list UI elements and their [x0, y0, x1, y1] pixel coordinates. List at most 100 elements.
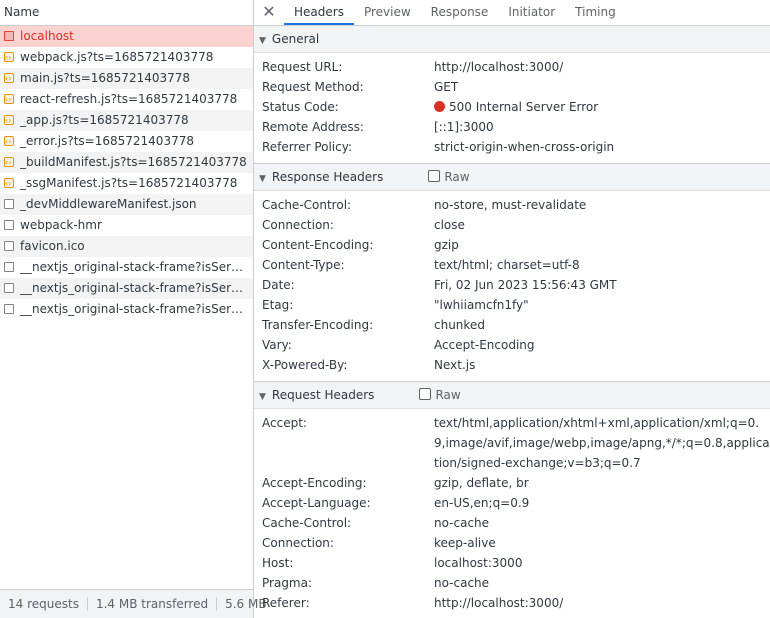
request-row[interactable]: __nextjs_original-stack-frame?isServer=.… [0, 299, 253, 320]
header-key: Remote Address: [262, 120, 364, 134]
header-value: close [434, 218, 465, 232]
header-key: Request Method: [262, 80, 364, 94]
transferred-size: 1.4 MB transferred [87, 597, 218, 611]
script-icon [4, 173, 14, 194]
header-row: Status Code: 500 Internal Server Error [254, 97, 770, 117]
header-value-cell: GET [434, 77, 770, 97]
raw-checkbox[interactable] [419, 388, 432, 400]
header-value: http://localhost:3000/ [434, 60, 564, 74]
general-section-title: General [271, 32, 320, 46]
header-key: Connection: [262, 536, 334, 550]
header-row: Vary: Accept-Encoding [254, 335, 770, 355]
document-icon [4, 220, 14, 230]
expand-triangle-icon: ▼ [259, 392, 266, 402]
request-row[interactable]: _buildManifest.js?ts=1685721403778 [0, 152, 253, 173]
header-row: Cache-Control: no-store, must-revalidate [254, 195, 770, 215]
header-value-cell: no-cache [434, 513, 770, 533]
request-name: _devMiddlewareManifest.json [20, 197, 197, 211]
tab-timing[interactable]: Timing [565, 0, 626, 25]
request-name: webpack-hmr [20, 218, 102, 232]
header-value-cell: no-store, must-revalidate [434, 195, 770, 215]
header-row: Accept-Encoding: gzip, deflate, br [254, 473, 770, 493]
expand-triangle-icon: ▼ [259, 36, 266, 46]
header-value: gzip, deflate, br [434, 476, 529, 490]
header-value: Fri, 02 Jun 2023 15:56:43 GMT [434, 278, 617, 292]
request-headers-section-header[interactable]: ▼ Request Headers Raw [254, 382, 770, 409]
header-row: Referrer Policy: strict-origin-when-cross… [254, 137, 770, 157]
general-rows: Request URL: http://localhost:3000/Reques… [254, 53, 770, 163]
request-name: __nextjs_original-stack-frame?isServer=.… [20, 260, 248, 274]
header-row: Date: Fri, 02 Jun 2023 15:56:43 GMT [254, 275, 770, 295]
request-row[interactable]: react-refresh.js?ts=1685721403778 [0, 89, 253, 110]
request-row[interactable]: _error.js?ts=1685721403778 [0, 131, 253, 152]
header-row: Transfer-Encoding: chunked [254, 315, 770, 335]
header-key: Vary: [262, 338, 292, 352]
header-value: no-store, must-revalidate [434, 198, 587, 212]
script-icon [4, 152, 14, 173]
header-key: Pragma: [262, 576, 313, 590]
response-headers-title: Response Headers [271, 170, 384, 184]
header-value-cell: localhost:3000 [434, 553, 770, 573]
header-key: Etag: [262, 298, 294, 312]
request-headers-section: ▼ Request Headers Raw Accept: text/html,app… [254, 382, 770, 618]
status-error-icon [434, 101, 445, 112]
request-list: localhost webpack.js?ts=1685721403778 main… [0, 26, 253, 320]
header-value-cell: Next.js [434, 355, 770, 375]
expand-triangle-icon: ▼ [259, 174, 266, 184]
header-value: keep-alive [434, 536, 496, 550]
tab-initiator[interactable]: Initiator [498, 0, 565, 25]
header-value-cell: 500 Internal Server Error [434, 97, 770, 117]
header-row: Connection: close [254, 215, 770, 235]
close-icon[interactable]: ✕ [254, 0, 284, 25]
request-row[interactable]: webpack.js?ts=1685721403778 [0, 47, 253, 68]
general-section: ▼ General Request URL: http://localhost:30… [254, 26, 770, 164]
document-icon [4, 31, 14, 41]
request-row[interactable]: main.js?ts=1685721403778 [0, 68, 253, 89]
header-value: no-cache [434, 516, 490, 530]
request-row[interactable]: _app.js?ts=1685721403778 [0, 110, 253, 131]
script-icon [4, 89, 14, 110]
request-name: __nextjs_original-stack-frame?isServer=.… [20, 281, 248, 295]
header-value: "lwhiiamcfn1fy" [434, 298, 529, 312]
document-icon [4, 241, 14, 251]
request-name: _ssgManifest.js?ts=1685721403778 [20, 176, 238, 190]
script-icon [4, 68, 14, 89]
response-header-rows: Cache-Control: no-store, must-revalidate C… [254, 191, 770, 381]
details-tabbar: ✕ Headers Preview Response Initiator Tim… [254, 0, 770, 26]
script-icon [4, 131, 14, 152]
header-row: Referer: http://localhost:3000/ [254, 593, 770, 613]
header-row: Accept-Language: en-US,en;q=0.9 [254, 493, 770, 513]
request-row[interactable]: webpack-hmr [0, 215, 253, 236]
header-row: Content-Encoding: gzip [254, 235, 770, 255]
request-row[interactable]: favicon.ico [0, 236, 253, 257]
name-column-header[interactable]: Name [0, 0, 253, 26]
header-value-cell: en-US,en;q=0.9 [434, 493, 770, 513]
raw-checkbox[interactable] [428, 170, 441, 182]
document-icon [4, 304, 14, 314]
request-name: __nextjs_original-stack-frame?isServer=.… [20, 302, 248, 316]
header-key: Referer: [262, 596, 310, 610]
tab-preview[interactable]: Preview [354, 0, 421, 25]
response-headers-section-header[interactable]: ▼ Response Headers Raw [254, 164, 770, 191]
request-row[interactable]: _ssgManifest.js?ts=1685721403778 [0, 173, 253, 194]
request-headers-title: Request Headers [271, 388, 375, 402]
header-row: Etag: "lwhiiamcfn1fy" [254, 295, 770, 315]
script-icon [4, 47, 14, 68]
header-value-cell: strict-origin-when-cross-origin [434, 137, 770, 157]
header-value: http://localhost:3000/ [434, 596, 564, 610]
header-value: Accept-Encoding [434, 338, 535, 352]
header-value: Next.js [434, 358, 476, 372]
general-section-header[interactable]: ▼ General [254, 26, 770, 53]
tab-headers[interactable]: Headers [284, 0, 354, 25]
tab-response[interactable]: Response [421, 0, 499, 25]
header-value: [::1]:3000 [434, 120, 494, 134]
header-value: strict-origin-when-cross-origin [434, 140, 615, 154]
request-row[interactable]: _devMiddlewareManifest.json [0, 194, 253, 215]
header-value-cell: gzip, deflate, br [434, 473, 770, 493]
request-row[interactable]: __nextjs_original-stack-frame?isServer=.… [0, 257, 253, 278]
request-row[interactable]: localhost [0, 26, 253, 47]
request-row[interactable]: __nextjs_original-stack-frame?isServer=.… [0, 278, 253, 299]
raw-label: Raw [444, 170, 470, 184]
request-details-panel: ✕ Headers Preview Response Initiator Tim… [254, 0, 770, 618]
header-value-cell: http://localhost:3000/ [434, 57, 770, 77]
